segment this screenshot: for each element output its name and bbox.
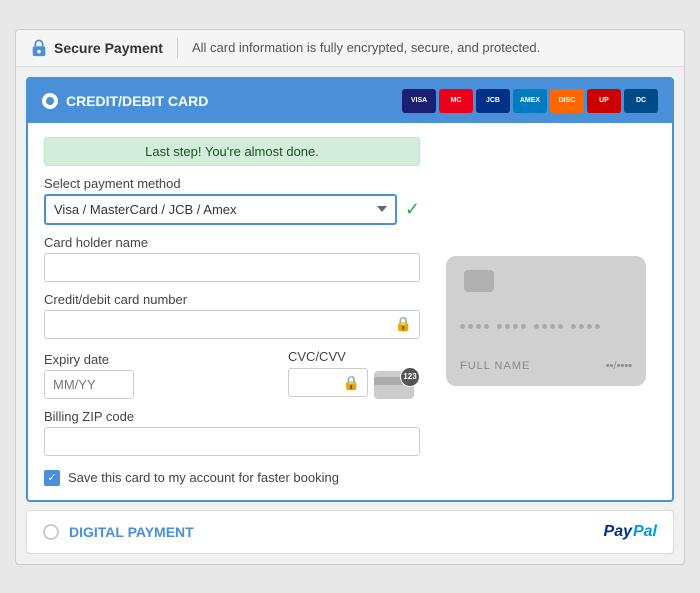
unionpay-logo: UP: [587, 89, 621, 113]
dot: [534, 324, 539, 329]
header-divider: [177, 38, 178, 58]
discover-logo: DISC: [550, 89, 584, 113]
card-form: Last step! You're almost done. Select pa…: [44, 137, 420, 486]
success-banner: Last step! You're almost done.: [44, 137, 420, 166]
expiry-label: Expiry date: [44, 352, 278, 367]
credit-card-label: CREDIT/DEBIT CARD: [66, 93, 208, 109]
zip-input[interactable]: [44, 427, 420, 456]
card-number-wrapper: 🔒: [44, 310, 420, 339]
card-number-lock-icon: 🔒: [395, 316, 412, 333]
select-checkmark: ✓: [405, 199, 420, 220]
header-subtitle: All card information is fully encrypted,…: [192, 40, 540, 55]
radio-inner: [46, 97, 54, 105]
save-card-label: Save this card to my account for faster …: [68, 470, 339, 485]
card-number-input[interactable]: [44, 310, 420, 339]
lock-icon: [30, 39, 48, 57]
digital-payment-label: DIGITAL PAYMENT: [69, 524, 194, 540]
secure-header: Secure Payment All card information is f…: [16, 30, 684, 67]
cardholder-label: Card holder name: [44, 235, 420, 250]
card-date: ••/••••: [606, 360, 632, 372]
main-content: CREDIT/DEBIT CARD VISA MC JCB AMEX DISC …: [16, 67, 684, 564]
card-section-title-group: CREDIT/DEBIT CARD: [42, 93, 208, 109]
cvc-row: 🔒 123: [288, 367, 420, 399]
cvc-lock-icon: 🔒: [343, 374, 360, 391]
cardholder-group: Card holder name: [44, 235, 420, 282]
dot: [497, 324, 502, 329]
dot: [558, 324, 563, 329]
jcb-logo: JCB: [476, 89, 510, 113]
paypal-logo: PayPal: [604, 523, 657, 541]
card-name: FULL NAME: [460, 360, 530, 372]
cvc-badge: 123: [400, 367, 420, 387]
dot: [505, 324, 510, 329]
dot: [571, 324, 576, 329]
dot: [476, 324, 481, 329]
card-number-group: Credit/debit card number 🔒: [44, 292, 420, 339]
save-card-row: ✓ Save this card to my account for faste…: [44, 470, 420, 486]
dot: [460, 324, 465, 329]
expiry-group: Expiry date: [44, 352, 278, 399]
paypal-p2: Pal: [633, 523, 657, 541]
card-chip-area: [460, 270, 632, 292]
expiry-cvc-row: Expiry date CVC/CVV 🔒: [44, 349, 420, 399]
card-logos: VISA MC JCB AMEX DISC UP DC: [402, 89, 658, 113]
save-card-checkbox[interactable]: ✓: [44, 470, 60, 486]
select-wrapper: Visa / MasterCard / JCB / Amex ✓: [44, 194, 420, 225]
expiry-input[interactable]: [44, 370, 134, 399]
payment-method-select[interactable]: Visa / MasterCard / JCB / Amex: [44, 194, 397, 225]
zip-group: Billing ZIP code: [44, 409, 420, 456]
cvc-input-wrapper: 🔒: [288, 368, 368, 397]
payment-method-group: Select payment method Visa / MasterCard …: [44, 176, 420, 225]
credit-card-display: FULL NAME ••/••••: [446, 256, 646, 386]
dot: [468, 324, 473, 329]
dot: [587, 324, 592, 329]
credit-card-section: CREDIT/DEBIT CARD VISA MC JCB AMEX DISC …: [26, 77, 674, 502]
diners-logo: DC: [624, 89, 658, 113]
cvc-label: CVC/CVV: [288, 349, 420, 364]
paypal-p1: Pay: [604, 523, 632, 541]
zip-label: Billing ZIP code: [44, 409, 420, 424]
cvc-help-icon: 123: [374, 367, 420, 399]
cardholder-input[interactable]: [44, 253, 420, 282]
card-bottom: FULL NAME ••/••••: [460, 360, 632, 372]
dot-group-3: [534, 324, 563, 329]
dot-group-4: [571, 324, 600, 329]
digital-payment-section: DIGITAL PAYMENT PayPal: [26, 510, 674, 554]
digital-left: DIGITAL PAYMENT: [43, 524, 194, 540]
mastercard-logo: MC: [439, 89, 473, 113]
dot: [521, 324, 526, 329]
payment-method-label: Select payment method: [44, 176, 420, 191]
card-section-header: CREDIT/DEBIT CARD VISA MC JCB AMEX DISC …: [28, 79, 672, 123]
dot: [550, 324, 555, 329]
amex-logo: AMEX: [513, 89, 547, 113]
credit-card-radio[interactable]: [42, 93, 58, 109]
digital-payment-radio[interactable]: [43, 524, 59, 540]
dot: [579, 324, 584, 329]
dot: [484, 324, 489, 329]
dot-group-1: [460, 324, 489, 329]
dot-group-2: [497, 324, 526, 329]
card-number-label: Credit/debit card number: [44, 292, 420, 307]
card-chip: [464, 270, 494, 292]
card-section-body: Last step! You're almost done. Select pa…: [28, 123, 672, 500]
card-number-dots: [460, 324, 632, 329]
dot: [542, 324, 547, 329]
cvc-group: CVC/CVV 🔒: [288, 349, 420, 399]
success-message: Last step! You're almost done.: [145, 144, 319, 159]
visa-logo: VISA: [402, 89, 436, 113]
checkbox-check-icon: ✓: [47, 471, 56, 484]
dot: [595, 324, 600, 329]
card-visual-area: FULL NAME ••/••••: [436, 137, 656, 486]
dot: [513, 324, 518, 329]
secure-title: Secure Payment: [54, 40, 163, 56]
